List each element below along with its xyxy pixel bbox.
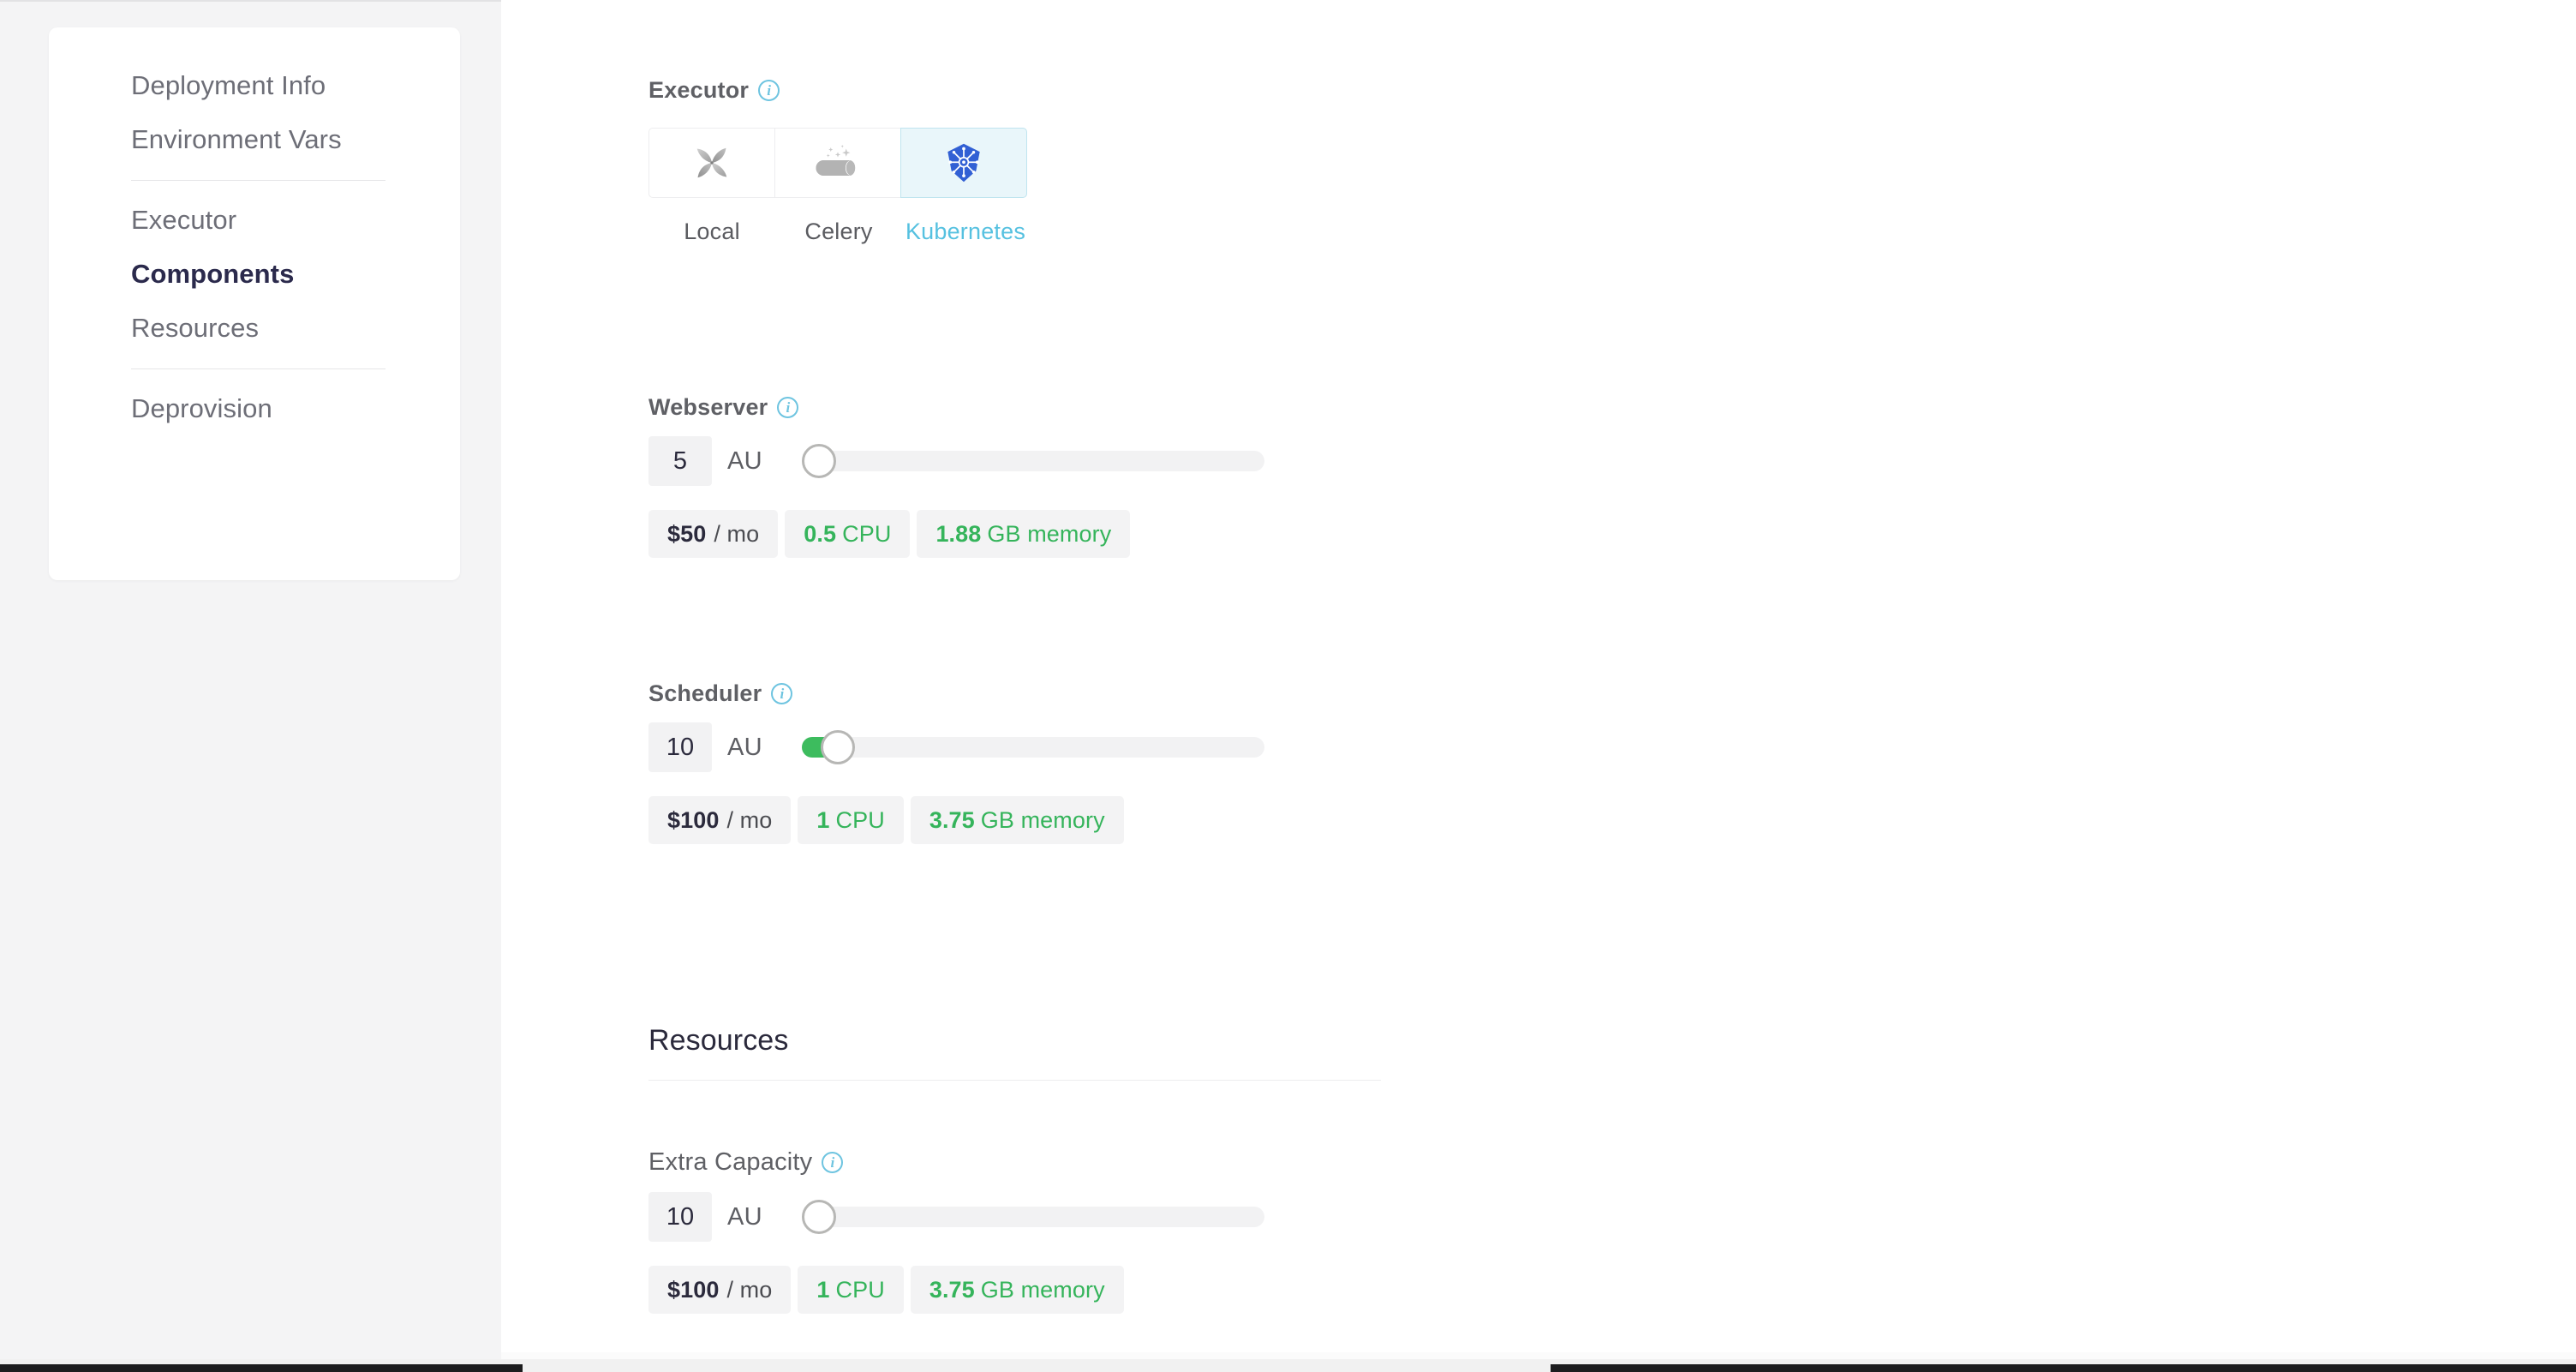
executor-tab-group bbox=[648, 128, 1029, 198]
settings-sidebar-card: Deployment Info Environment Vars Executo… bbox=[49, 27, 460, 580]
sidebar-item-resources[interactable]: Resources bbox=[131, 315, 388, 341]
sidebar-item-deprovision[interactable]: Deprovision bbox=[131, 395, 388, 422]
slider-track bbox=[802, 737, 1264, 758]
chip-unit: / mo bbox=[726, 807, 772, 834]
app-root: Deployment Info Environment Vars Executo… bbox=[0, 0, 2576, 1372]
chip-unit: / mo bbox=[726, 1277, 772, 1303]
section-divider bbox=[648, 1080, 1381, 1081]
chip-unit: CPU bbox=[836, 807, 885, 834]
info-icon[interactable]: i bbox=[758, 80, 780, 101]
executor-label-local[interactable]: Local bbox=[648, 219, 775, 245]
sidebar-item-executor[interactable]: Executor bbox=[131, 207, 388, 233]
info-icon[interactable]: i bbox=[822, 1152, 843, 1173]
chip-memory: 3.75 GB memory bbox=[911, 796, 1124, 844]
horizontal-scrollbar-thumb-left[interactable] bbox=[0, 1364, 523, 1372]
chip-value: 3.75 bbox=[929, 807, 975, 834]
chip-price: $100 / mo bbox=[648, 796, 791, 844]
extra-capacity-unit-label: AU bbox=[727, 1203, 762, 1231]
executor-label-celery[interactable]: Celery bbox=[775, 219, 902, 245]
airflow-pinwheel-icon bbox=[691, 142, 732, 183]
extra-capacity-control-row: AU bbox=[648, 1192, 1264, 1242]
chip-unit: CPU bbox=[842, 521, 891, 548]
sidebar-divider-1 bbox=[131, 180, 386, 181]
scheduler-section: Scheduler i AU $100 / mo 1 CPU 3.75 bbox=[648, 680, 1264, 844]
info-icon[interactable]: i bbox=[771, 683, 792, 704]
info-icon[interactable]: i bbox=[777, 397, 798, 418]
chip-unit: GB memory bbox=[981, 1277, 1105, 1303]
webserver-section: Webserver i AU $50 / mo 0.5 CPU 1.88 bbox=[648, 394, 1264, 558]
chip-value: 0.5 bbox=[804, 521, 836, 548]
scheduler-unit-label: AU bbox=[727, 734, 762, 762]
extra-capacity-au-input[interactable] bbox=[648, 1192, 712, 1242]
extra-capacity-section: Extra Capacity i AU $100 / mo 1 CPU 3.75 bbox=[648, 1148, 1264, 1314]
celery-stalk-icon bbox=[815, 143, 861, 183]
chip-value: 1 bbox=[816, 1277, 829, 1303]
chip-price: $100 / mo bbox=[648, 1266, 791, 1314]
webserver-unit-label: AU bbox=[727, 447, 762, 476]
chip-value: $50 bbox=[667, 521, 706, 548]
chip-value: 3.75 bbox=[929, 1277, 975, 1303]
scheduler-label: Scheduler bbox=[648, 680, 762, 707]
sidebar-item-deployment-info[interactable]: Deployment Info bbox=[131, 72, 388, 99]
chip-price: $50 / mo bbox=[648, 510, 778, 558]
executor-label-kubernetes[interactable]: Kubernetes bbox=[902, 219, 1029, 245]
executor-label-row: Executor i bbox=[648, 77, 1029, 104]
chip-unit: / mo bbox=[714, 521, 759, 548]
scheduler-control-row: AU bbox=[648, 722, 1264, 772]
executor-tab-local[interactable] bbox=[648, 128, 775, 198]
sidebar-item-environment-vars[interactable]: Environment Vars bbox=[131, 126, 388, 153]
executor-label: Executor bbox=[648, 77, 749, 104]
chip-cpu: 0.5 CPU bbox=[785, 510, 910, 558]
chip-memory: 1.88 GB memory bbox=[917, 510, 1130, 558]
chip-cpu: 1 CPU bbox=[798, 796, 903, 844]
extra-capacity-label: Extra Capacity bbox=[648, 1148, 812, 1177]
sidebar-divider-2 bbox=[131, 368, 386, 369]
webserver-au-input[interactable] bbox=[648, 436, 712, 486]
extra-capacity-metric-chips: $100 / mo 1 CPU 3.75 GB memory bbox=[648, 1266, 1264, 1314]
scheduler-label-row: Scheduler i bbox=[648, 680, 1264, 707]
slider-thumb[interactable] bbox=[802, 1200, 836, 1234]
scheduler-slider[interactable] bbox=[802, 728, 1264, 766]
executor-tab-celery[interactable] bbox=[774, 128, 901, 198]
webserver-metric-chips: $50 / mo 0.5 CPU 1.88 GB memory bbox=[648, 510, 1264, 558]
webserver-label-row: Webserver i bbox=[648, 394, 1264, 421]
chip-value: $100 bbox=[667, 807, 719, 834]
nav-spacer bbox=[131, 233, 388, 261]
executor-tab-kubernetes[interactable] bbox=[900, 128, 1027, 198]
nav-spacer bbox=[131, 99, 388, 126]
extra-capacity-label-row: Extra Capacity i bbox=[648, 1148, 1264, 1177]
sidebar-item-components[interactable]: Components bbox=[131, 261, 388, 287]
kubernetes-helm-icon bbox=[944, 142, 983, 183]
nav-spacer bbox=[131, 287, 388, 315]
slider-track bbox=[802, 1207, 1264, 1227]
chip-value: 1 bbox=[816, 807, 829, 834]
resources-heading-block: Resources bbox=[648, 1024, 1381, 1081]
executor-section: Executor i bbox=[648, 77, 1029, 245]
slider-thumb[interactable] bbox=[821, 730, 855, 764]
page-section-title: Resources bbox=[648, 1024, 1381, 1057]
webserver-control-row: AU bbox=[648, 436, 1264, 486]
chip-unit: GB memory bbox=[981, 807, 1105, 834]
chip-unit: GB memory bbox=[987, 521, 1111, 548]
scheduler-metric-chips: $100 / mo 1 CPU 3.75 GB memory bbox=[648, 796, 1264, 844]
panel-bottom-edge bbox=[501, 1352, 2576, 1359]
webserver-slider[interactable] bbox=[802, 442, 1264, 480]
executor-tab-labels: Local Celery Kubernetes bbox=[648, 219, 1029, 245]
slider-thumb[interactable] bbox=[802, 444, 836, 478]
chip-value: $100 bbox=[667, 1277, 719, 1303]
scheduler-au-input[interactable] bbox=[648, 722, 712, 772]
slider-track bbox=[802, 451, 1264, 471]
chip-cpu: 1 CPU bbox=[798, 1266, 903, 1314]
chip-unit: CPU bbox=[836, 1277, 885, 1303]
sidebar-nav: Deployment Info Environment Vars Executo… bbox=[131, 72, 388, 422]
webserver-label: Webserver bbox=[648, 394, 768, 421]
chip-value: 1.88 bbox=[935, 521, 981, 548]
chip-memory: 3.75 GB memory bbox=[911, 1266, 1124, 1314]
horizontal-scrollbar-thumb-right[interactable] bbox=[1551, 1364, 2576, 1372]
extra-capacity-slider[interactable] bbox=[802, 1198, 1264, 1236]
